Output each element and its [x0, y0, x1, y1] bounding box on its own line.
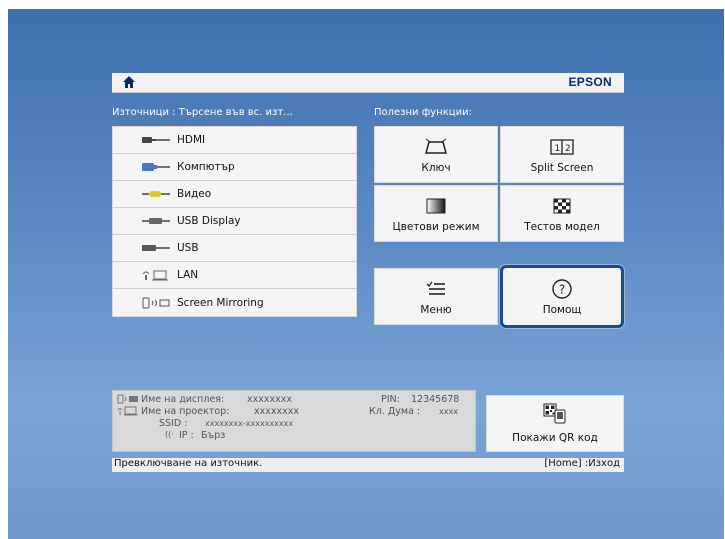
ssid-label: SSID : [159, 418, 188, 429]
source-label: USB [177, 242, 199, 254]
test-pattern-icon [549, 195, 575, 217]
source-item-usb-display[interactable]: USB Display [113, 208, 356, 235]
display-name-label: Име на дисплея: [141, 394, 225, 405]
projector-name-label: Име на проектор: [141, 406, 230, 417]
color-mode-button[interactable]: Цветови режим [374, 185, 498, 242]
wifi-icon: ((· [165, 430, 174, 439]
svg-text:1: 1 [555, 144, 561, 154]
source-item-lan[interactable]: LAN [113, 262, 356, 289]
top-bar: EPSON [112, 73, 624, 93]
menu-button[interactable]: Меню [374, 268, 498, 325]
source-item-hdmi[interactable]: HDMI [113, 127, 356, 154]
split-screen-button[interactable]: 12 Split Screen [500, 126, 624, 183]
brand-logo: EPSON [568, 75, 612, 89]
computer-icon [141, 160, 171, 174]
lan-icon [141, 268, 171, 282]
projector-name-value: xxxxxxxx [254, 406, 299, 417]
ip-label: IP : [179, 430, 194, 441]
help-icon: ? [549, 278, 575, 300]
source-item-video[interactable]: Видео [113, 181, 356, 208]
video-icon [141, 187, 171, 201]
split-screen-label: Split Screen [530, 161, 594, 174]
home-icon[interactable] [122, 75, 136, 89]
show-qr-code-label: Покажи QR код [512, 432, 598, 444]
keystone-icon [423, 136, 449, 158]
ip-value: Бърз [201, 430, 226, 441]
source-item-computer[interactable]: Компютър [113, 154, 356, 181]
hdmi-icon [141, 133, 171, 147]
exit-hint: [Home] :Изход [544, 458, 620, 469]
status-bar: Превключване на източник. [Home] :Изход [112, 458, 624, 472]
projector-name-icon [117, 406, 139, 419]
source-label: Видео [177, 188, 212, 200]
source-list: HDMI Компютър Видео USB Display USB LAN [112, 126, 357, 317]
keystone-label: Ключ [421, 161, 451, 174]
menu-label: Меню [420, 303, 452, 316]
source-label: USB Display [177, 215, 241, 227]
sources-heading: Източници : Търсене във вс. изт... [112, 107, 293, 118]
help-label: Помощ [542, 303, 582, 316]
status-hint: Превключване на източник. [114, 458, 263, 469]
usb-icon [141, 241, 171, 255]
source-label: Screen Mirroring [177, 296, 264, 309]
help-icon-glyph: ? [559, 282, 565, 296]
screen-mirroring-icon [141, 296, 171, 310]
ssid-value: xxxxxxxx-xxxxxxxxxx [205, 419, 294, 428]
source-label: Компютър [177, 161, 235, 173]
color-mode-label: Цветови режим [392, 220, 480, 233]
pin-value: 12345678 [411, 394, 460, 405]
keystone-button[interactable]: Ключ [374, 126, 498, 183]
display-name-value: xxxxxxxx [247, 394, 292, 405]
source-item-screen-mirroring[interactable]: Screen Mirroring [113, 289, 356, 316]
menu-icon [423, 278, 449, 300]
pin-label: PIN: [381, 394, 400, 405]
qr-code-icon [542, 402, 568, 427]
source-item-usb[interactable]: USB [113, 235, 356, 262]
network-info-panel: Име на дисплея: xxxxxxxx Име на проектор… [112, 390, 476, 452]
svg-text:2: 2 [565, 144, 571, 154]
usb-display-icon [141, 214, 171, 228]
split-screen-icon: 12 [549, 136, 575, 158]
show-qr-code-button[interactable]: Покажи QR код [486, 395, 624, 452]
source-label: HDMI [177, 134, 206, 146]
keyword-label: Кл. Дума : [369, 406, 421, 417]
test-pattern-label: Тестов модел [524, 220, 600, 233]
help-button[interactable]: ? Помощ [500, 265, 624, 328]
test-pattern-button[interactable]: Тестов модел [500, 185, 624, 242]
source-label: LAN [177, 269, 199, 281]
functions-heading: Полезни функции: [374, 107, 472, 118]
color-mode-icon [423, 195, 449, 217]
keyword-value: xxxx [439, 407, 458, 416]
